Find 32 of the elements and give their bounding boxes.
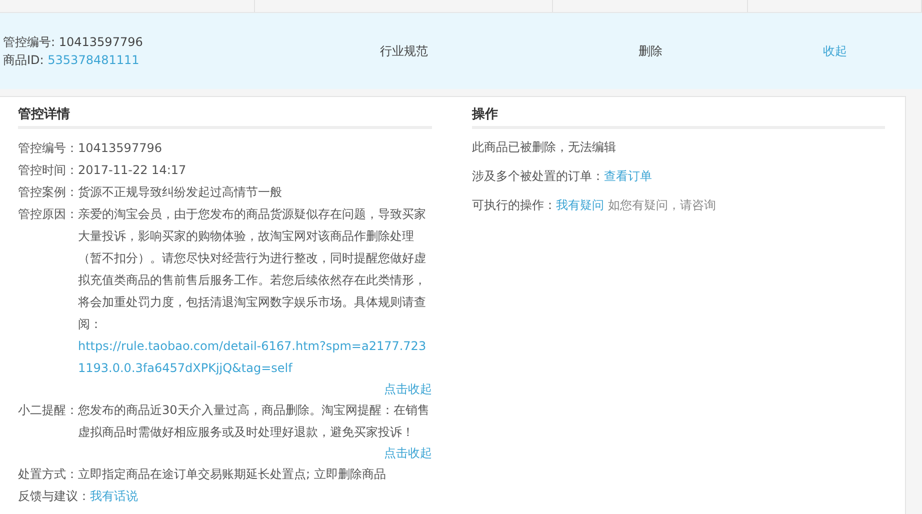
field-value: 10413597796 (78, 141, 162, 155)
field-label: 反馈与建议： (18, 488, 90, 505)
operation-text: 可执行的操作： (472, 198, 556, 212)
field-label: 管控时间： (18, 162, 78, 179)
section-title: 操作 (472, 97, 885, 129)
link[interactable]: 我有话说 (90, 489, 138, 503)
collapse-link[interactable]: 点击收起 (384, 446, 432, 460)
collapse-link[interactable]: 收起 (823, 44, 847, 58)
item-id-link[interactable]: 535378481111 (48, 53, 140, 67)
field-value: 您发布的商品近30天介入量过高，商品删除。淘宝网提醒：在销售虚拟商品时需做好相应服务或及时处理好退款，避免买家投诉！ (78, 403, 430, 439)
field-value: 货源不正规导致纠纷发起过高情节一般 (78, 185, 282, 199)
field-label: 管控原因： (18, 206, 78, 223)
category-text: 行业规范 (380, 44, 428, 58)
control-number: 10413597796 (58, 35, 143, 49)
operation-text: 此商品已被删除，无法编辑 (472, 140, 616, 154)
hint-text: 如您有疑问，请咨询 (608, 198, 716, 212)
collapse-link[interactable]: 点击收起 (384, 382, 432, 396)
link[interactable]: 我有疑问 (556, 198, 604, 212)
item-id-label: 商品ID: (3, 53, 44, 67)
action-text: 删除 (638, 44, 662, 58)
field-label: 小二提醒： (18, 402, 78, 419)
field-value: 2017-11-22 14:17 (78, 163, 186, 177)
section-title: 管控详情 (18, 97, 432, 129)
rule-link[interactable]: https://rule.taobao.com/detail-6167.htm?spm=a2177.7231193.0.0.3fa6457dXPKjjQ&tag=self (78, 335, 432, 379)
field-label: 管控编号： (18, 140, 78, 157)
field-label: 处置方式： (18, 466, 78, 483)
field-label: 管控案例： (18, 184, 78, 201)
operation-text: 涉及多个被处置的订单： (472, 169, 604, 183)
control-number-label: 管控编号: (3, 35, 56, 49)
link[interactable]: 查看订单 (604, 169, 652, 183)
field-value: 亲爱的淘宝会员，由于您发布的商品货源疑似存在问题，导致买家大量投诉，影响买家的购物体验，故淘宝网对该商品作删除处理（暂不扣分）。请您尽快对经营行为进行整改，同时提醒您做好虚拟充值类商品的售前售后服务工作。若您后续依然存在此类情形，将会加重处罚力度，包括清退淘宝网数字娱乐市场。具体规则请查阅： (78, 206, 427, 333)
field-value: 立即指定商品在途订单交易账期延长处置点; 立即删除商品 (78, 467, 386, 481)
